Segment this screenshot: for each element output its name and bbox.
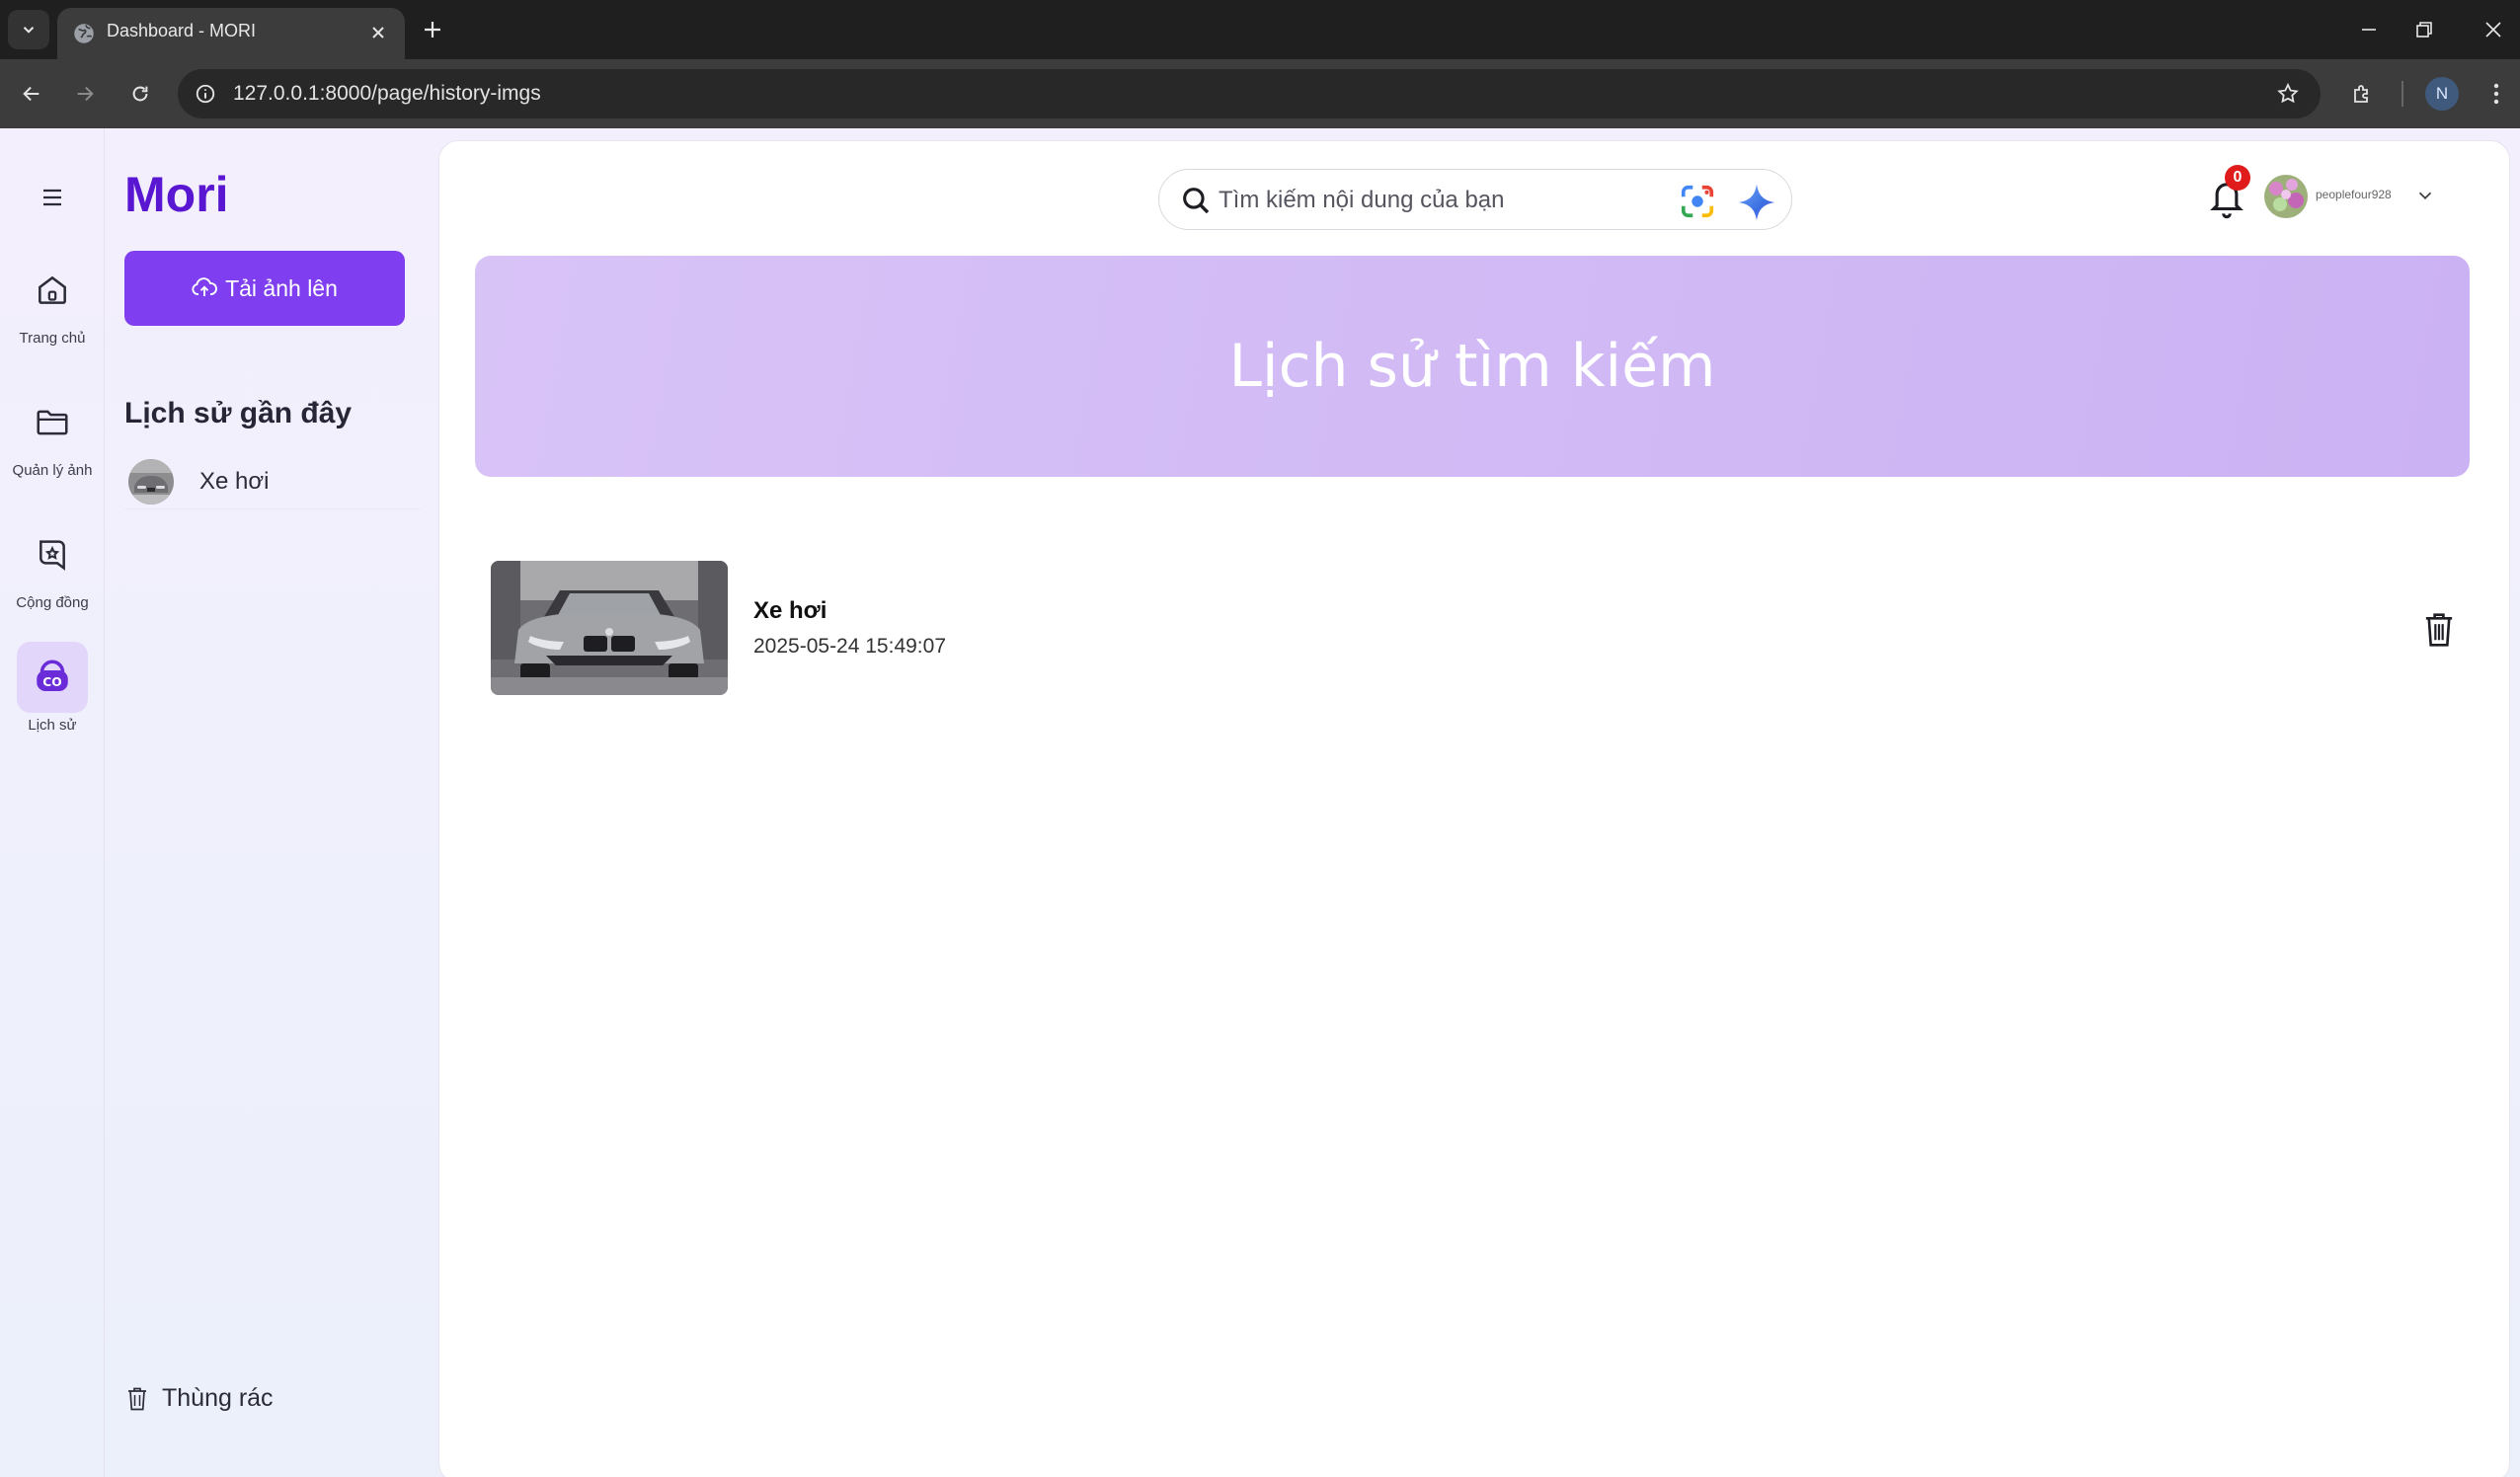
svg-text:CO: CO — [42, 675, 61, 689]
close-window-button[interactable] — [2459, 0, 2520, 59]
page-title: Lịch sử tìm kiếm — [1228, 332, 1716, 401]
browser-menu-button[interactable] — [2479, 74, 2514, 114]
search-icon — [1183, 188, 1210, 214]
trash-icon — [128, 1387, 146, 1410]
brand-logo[interactable]: Mori — [124, 166, 229, 223]
rail-label: Trang chủ — [19, 330, 86, 347]
restore-button[interactable] — [2390, 0, 2459, 59]
recent-history-title: Lịch sử gần đây — [124, 397, 353, 429]
rail-item-community[interactable]: Cộng đồng — [4, 519, 101, 628]
chevron-down-icon — [23, 27, 35, 34]
rail-icon-wrap — [17, 255, 88, 326]
upload-image-button[interactable]: Tải ảnh lên — [124, 251, 405, 326]
notification-count-badge: 0 — [2225, 165, 2250, 191]
back-button[interactable] — [12, 74, 51, 114]
user-avatar-image — [2264, 175, 2308, 218]
arrow-right-icon — [77, 86, 94, 102]
tab-search-button[interactable] — [8, 10, 49, 49]
icon-rail: Trang chủ Quản lý ảnh Cộng đồng CO Lịch … — [0, 128, 105, 1477]
username[interactable]: peoplefour928 — [2316, 188, 2392, 201]
page-header-banner: Lịch sử tìm kiếm — [475, 256, 2470, 477]
car-image — [491, 561, 728, 695]
close-icon — [2485, 22, 2501, 38]
hamburger-icon — [43, 189, 61, 206]
rail-icon-wrap — [17, 387, 88, 458]
star-icon — [2277, 82, 2299, 104]
recent-item-label: Xe hơi — [199, 467, 270, 495]
rail-item-home[interactable]: Trang chủ — [4, 255, 101, 363]
history-icon: CO — [37, 660, 68, 691]
delete-icon[interactable] — [2422, 611, 2456, 649]
restore-icon — [2416, 22, 2432, 38]
community-icon — [39, 540, 65, 571]
cloud-upload-icon — [192, 277, 218, 296]
history-item-thumbnail[interactable] — [491, 561, 728, 695]
history-item-name: Xe hơi — [753, 597, 827, 624]
info-icon — [196, 84, 215, 104]
arrow-left-icon — [23, 86, 39, 102]
car-image — [128, 458, 174, 505]
sidebar: Mori Tải ảnh lên Lịch sử gần đây Xe hơi — [105, 128, 436, 1477]
folder-icon — [37, 410, 68, 435]
close-icon — [372, 27, 384, 39]
forward-button[interactable] — [65, 74, 105, 114]
app-root: Trang chủ Quản lý ảnh Cộng đồng CO Lịch … — [0, 128, 2520, 1477]
image-search-icon[interactable] — [1679, 183, 1716, 220]
rail-label: Lịch sử — [28, 717, 77, 734]
tab-title: Dashboard - MORI — [107, 21, 257, 40]
history-item[interactable]: Xe hơi 2025-05-24 15:49:07 — [487, 556, 2462, 695]
user-avatar[interactable] — [2264, 175, 2308, 218]
globe-icon — [74, 24, 94, 43]
search-input[interactable] — [1219, 182, 1673, 219]
trash-label: Thùng rác — [162, 1384, 274, 1412]
browser-toolbar: 127.0.0.1:8000/page/history-imgs N — [0, 59, 2520, 128]
rail-icon-wrap — [17, 519, 88, 590]
history-item-date: 2025-05-24 15:49:07 — [753, 635, 946, 658]
chevron-down-icon[interactable] — [2414, 185, 2436, 206]
recent-history-item[interactable]: Xe hơi — [124, 454, 421, 509]
profile-avatar[interactable]: N — [2425, 77, 2459, 111]
tab-close-button[interactable] — [363, 18, 393, 47]
recent-item-thumbnail — [128, 458, 174, 505]
url-text: 127.0.0.1:8000/page/history-imgs — [233, 82, 541, 105]
rail-label: Quản lý ảnh — [12, 462, 93, 479]
rail-label: Cộng đồng — [16, 594, 89, 611]
extensions-button[interactable] — [2342, 74, 2382, 114]
ai-sparkle-icon[interactable] — [1736, 182, 1777, 223]
upload-image-label: Tải ảnh lên — [225, 274, 338, 301]
bookmark-button[interactable] — [2273, 79, 2303, 109]
rail-item-history[interactable]: CO Lịch sử — [4, 642, 101, 750]
trash-link[interactable]: Thùng rác — [126, 1384, 274, 1413]
minimize-icon — [2362, 29, 2376, 31]
new-tab-button[interactable] — [415, 12, 450, 47]
browser-tab[interactable]: Dashboard - MORI — [57, 8, 405, 59]
menu-toggle-button[interactable] — [33, 178, 72, 217]
rail-item-manage-images[interactable]: Quản lý ảnh — [4, 387, 101, 496]
reload-button[interactable] — [120, 74, 160, 114]
toolbar-divider — [2402, 81, 2403, 107]
puzzle-icon — [2354, 85, 2368, 103]
home-icon — [39, 275, 66, 304]
browser-tab-bar: Dashboard - MORI — [0, 0, 2520, 59]
rail-icon-wrap: CO — [17, 642, 88, 713]
plus-icon — [425, 22, 440, 38]
address-bar[interactable]: 127.0.0.1:8000/page/history-imgs — [178, 69, 2321, 118]
site-info-button[interactable] — [190, 78, 221, 110]
more-vertical-icon — [2493, 83, 2499, 105]
main-panel: 0 peoplefour928 Lịch sử tìm kiếm — [438, 140, 2510, 1477]
reload-icon — [132, 86, 148, 102]
search-bar[interactable] — [1158, 169, 1792, 230]
